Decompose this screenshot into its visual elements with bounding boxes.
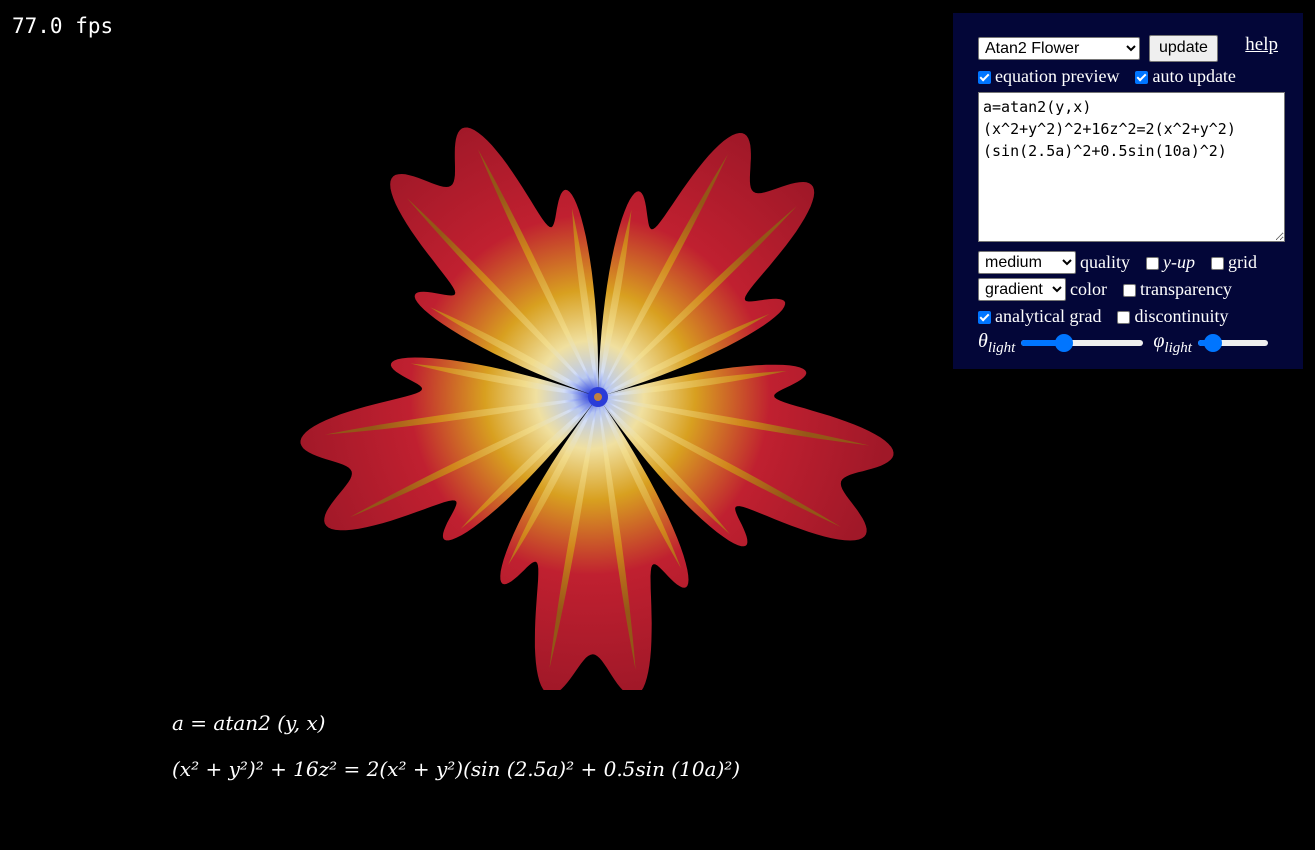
- theta-light-label: θlight: [978, 330, 1015, 357]
- theta-symbol: θ: [978, 329, 988, 352]
- analytical-grad-checkbox[interactable]: [978, 310, 991, 324]
- color-label: color: [1070, 278, 1107, 299]
- auto-update-label: auto update: [1152, 65, 1236, 86]
- fps-counter: 77.0 fps: [12, 14, 114, 38]
- quality-row: medium quality y-up grid: [978, 249, 1285, 275]
- transparency-checkbox[interactable]: [1122, 283, 1136, 297]
- equation-preview-checkbox[interactable]: [978, 70, 991, 84]
- flower-petals: [300, 127, 894, 690]
- quality-select[interactable]: medium: [978, 250, 1076, 274]
- color-row: gradient color transparency: [978, 276, 1285, 302]
- preset-select[interactable]: Atan2 Flower: [978, 36, 1140, 60]
- phi-light-thumb[interactable]: [1204, 334, 1223, 352]
- y-up-checkbox[interactable]: [1146, 256, 1159, 270]
- discontinuity-checkbox[interactable]: [1117, 310, 1131, 324]
- preview-line-1: a = atan2 (y, x): [172, 711, 326, 735]
- grid-label: grid: [1227, 251, 1257, 272]
- petal-body: [300, 127, 894, 690]
- light-row: θlight φlight: [978, 330, 1285, 356]
- control-panel: Atan2 Flower update help equation previe…: [953, 13, 1303, 369]
- phi-light-slider[interactable]: [1197, 334, 1268, 352]
- theta-light-thumb[interactable]: [1055, 334, 1074, 352]
- phi-subscript: light: [1164, 339, 1192, 356]
- equation-input[interactable]: [978, 92, 1285, 242]
- analytical-grad-label: analytical grad: [995, 305, 1102, 326]
- equation-preview-label: equation preview: [995, 65, 1120, 86]
- preset-row: Atan2 Flower update help: [978, 33, 1285, 63]
- flower-surface: [300, 127, 894, 690]
- render-canvas[interactable]: [280, 100, 900, 690]
- transparency-label: transparency: [1139, 278, 1232, 299]
- phi-symbol: φ: [1153, 329, 1165, 352]
- phi-light-label: φlight: [1153, 330, 1192, 357]
- color-select[interactable]: gradient: [978, 277, 1066, 301]
- grid-checkbox[interactable]: [1210, 256, 1224, 270]
- update-button[interactable]: update: [1149, 34, 1218, 62]
- preview-options-row: equation preview auto update: [978, 63, 1285, 89]
- discontinuity-label: discontinuity: [1134, 305, 1229, 326]
- flower-core: [594, 393, 602, 401]
- preview-line-2: (x² + y²)² + 16z² = 2(x² + y²)(sin (2.5a…: [172, 757, 741, 781]
- quality-label: quality: [1080, 251, 1130, 272]
- theta-light-slider[interactable]: [1021, 334, 1144, 352]
- theta-subscript: light: [987, 339, 1016, 356]
- help-link[interactable]: help: [1245, 34, 1278, 56]
- equation-preview: a = atan2 (y, x) (x² + y²)² + 16z² = 2(x…: [172, 705, 740, 791]
- gradient-row: analytical grad discontinuity: [978, 303, 1285, 329]
- y-up-label: y-up: [1163, 251, 1195, 272]
- auto-update-checkbox[interactable]: [1135, 70, 1149, 84]
